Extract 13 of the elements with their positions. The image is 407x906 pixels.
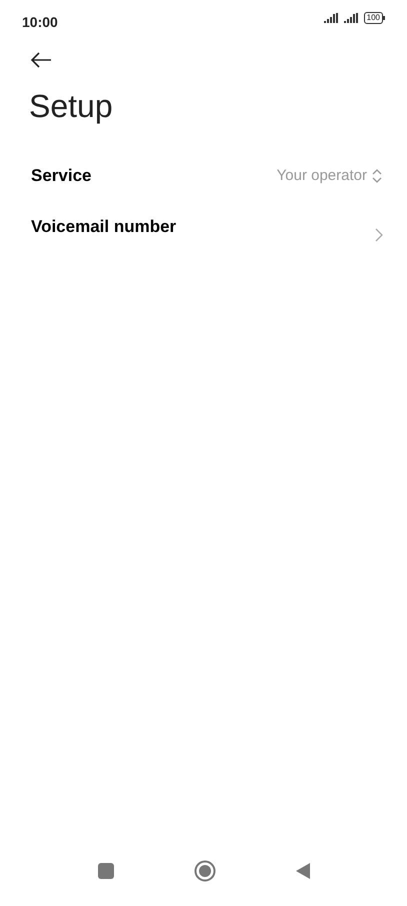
- up-down-chevron-icon: [371, 168, 383, 184]
- status-time: 10:00: [22, 13, 58, 32]
- page-title: Setup: [29, 87, 114, 126]
- service-selector[interactable]: Service Your operator: [0, 148, 407, 204]
- signal-icon: [324, 13, 340, 23]
- signal-icon: [344, 13, 360, 23]
- back-button[interactable]: [30, 52, 52, 68]
- back-nav-button[interactable]: [296, 863, 310, 879]
- chevron-right-icon: [375, 228, 383, 242]
- battery-level: 100: [364, 12, 383, 24]
- settings-row[interactable]: Voicemail number: [0, 204, 407, 266]
- recents-button[interactable]: [98, 863, 114, 879]
- home-button[interactable]: [194, 860, 216, 882]
